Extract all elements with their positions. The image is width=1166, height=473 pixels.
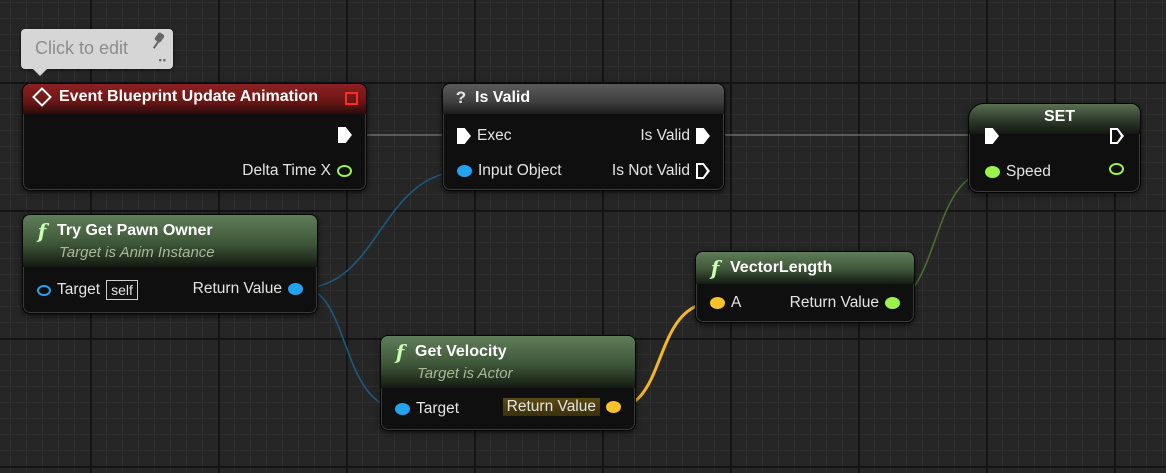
stop-icon	[345, 92, 358, 105]
speed-input-pin[interactable]	[985, 166, 1000, 178]
node-header: f VectorLength	[696, 252, 914, 284]
a-input-pin[interactable]	[710, 297, 725, 309]
node-title: Get Velocity	[415, 343, 507, 360]
pin-icon[interactable]	[153, 33, 167, 51]
input-object-pin[interactable]	[457, 165, 472, 177]
node-subtitle: Target is Actor	[417, 365, 513, 382]
node-title: Is Valid	[475, 89, 531, 106]
return-value-pin[interactable]	[288, 283, 303, 295]
more-icon: ▪▪	[158, 55, 167, 65]
node-title: VectorLength	[730, 259, 833, 276]
function-icon: f	[710, 256, 720, 280]
try-get-pawn-owner-node[interactable]: f Try Get Pawn Owner Target is Anim Inst…	[22, 214, 318, 314]
node-header: f Try Get Pawn Owner Target is Anim Inst…	[23, 215, 317, 267]
self-default-value[interactable]: self	[106, 280, 138, 300]
exec-in-pin[interactable]	[985, 128, 999, 144]
exec-in-pin[interactable]	[457, 128, 471, 144]
get-velocity-node[interactable]: f Get Velocity Target is Actor Target Re…	[380, 335, 636, 431]
is-not-valid-exec-pin[interactable]	[696, 163, 710, 179]
node-subtitle: Target is Anim Instance	[59, 244, 215, 261]
comment-tooltip[interactable]: Click to edit ▪▪	[21, 29, 173, 76]
exec-label: Exec	[477, 127, 512, 144]
node-header: f Get Velocity Target is Actor	[381, 336, 635, 388]
event-diamond-icon	[32, 87, 52, 107]
set-speed-node[interactable]: SET Speed	[968, 103, 1141, 193]
function-icon: f	[395, 340, 405, 364]
is-valid-node[interactable]: ? Is Valid Exec Is Valid Input Object Is…	[442, 83, 725, 191]
node-title: SET	[1043, 108, 1076, 125]
speed-label: Speed	[1006, 163, 1051, 180]
a-label: A	[731, 294, 742, 311]
target-pin[interactable]	[37, 284, 51, 296]
node-header: Event Blueprint Update Animation	[23, 84, 366, 114]
vector-length-node[interactable]: f VectorLength A Return Value	[695, 251, 915, 323]
function-icon: f	[37, 219, 47, 243]
input-object-label: Input Object	[478, 162, 562, 179]
node-header: ? Is Valid	[443, 84, 724, 114]
return-value-label: Return Value	[789, 294, 879, 311]
return-value-pin[interactable]	[885, 297, 900, 309]
delta-time-pin[interactable]	[337, 165, 352, 177]
target-label: Target	[57, 281, 101, 298]
exec-out-pin[interactable]	[338, 127, 352, 143]
node-title: Event Blueprint Update Animation	[59, 88, 318, 105]
target-pin[interactable]	[395, 403, 410, 415]
node-title: Try Get Pawn Owner	[57, 222, 213, 239]
exec-out-pin[interactable]	[1110, 128, 1124, 144]
return-value-label: Return Value	[502, 398, 600, 416]
is-not-valid-label: Is Not Valid	[611, 162, 690, 179]
question-icon: ?	[455, 88, 467, 107]
is-valid-exec-pin[interactable]	[696, 128, 710, 144]
is-valid-output-label: Is Valid	[640, 127, 690, 144]
return-value-label: Return Value	[192, 280, 282, 297]
event-blueprint-update-animation-node[interactable]: Event Blueprint Update Animation Delta T…	[22, 83, 367, 191]
delta-time-label: Delta Time X	[242, 162, 331, 179]
speed-output-pin[interactable]	[1109, 163, 1124, 175]
target-label: Target	[416, 400, 460, 417]
return-value-pin[interactable]	[606, 401, 621, 413]
tooltip-text: Click to edit	[35, 38, 129, 58]
